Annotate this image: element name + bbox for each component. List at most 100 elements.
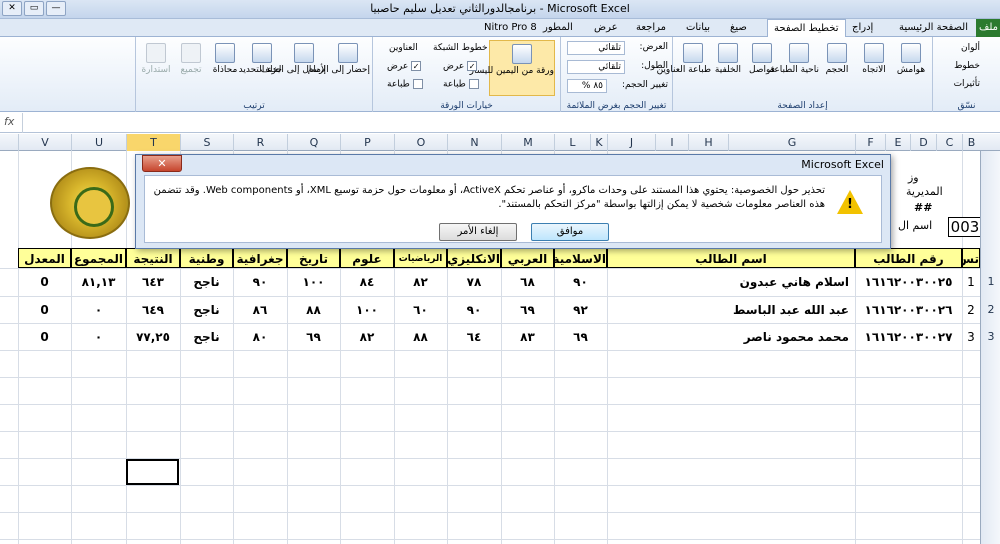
cell-student-name[interactable]: اسلام هاني عبدون [607, 268, 855, 296]
cell-science[interactable]: ٨٤ [340, 268, 394, 296]
cell-geography[interactable]: ٨٠ [233, 323, 287, 351]
tab-file[interactable]: ملف [976, 19, 1000, 37]
close-window-button[interactable]: ✕ [2, 1, 22, 16]
column-header-h[interactable]: H [688, 134, 728, 151]
cell-total[interactable]: ٠ [71, 296, 126, 324]
insert-function-icon[interactable]: fx [4, 115, 14, 128]
group-button[interactable]: تجميع [174, 43, 208, 75]
theme-fonts-button[interactable]: خطوط [954, 61, 980, 71]
tab-view[interactable]: عرض [588, 19, 624, 37]
row-header-2[interactable]: 2 [981, 303, 1000, 316]
column-header-q[interactable]: Q [287, 134, 340, 151]
ok-button[interactable]: موافق [531, 223, 609, 241]
gridlines-print-checkbox[interactable]: طباعة [443, 79, 479, 90]
cell-islamic[interactable]: ٩٠ [554, 268, 607, 296]
cell-national[interactable]: ناجح [180, 268, 233, 296]
column-header-l[interactable]: L [554, 134, 590, 151]
rotate-button[interactable]: استدارة [138, 43, 174, 75]
column-header-d[interactable]: D [910, 134, 936, 151]
cell-national[interactable]: ناجح [180, 296, 233, 324]
bring-forward-button[interactable]: إحضار إلى الأمام [308, 43, 370, 75]
active-cell-selection[interactable] [126, 459, 179, 485]
tab-review[interactable]: مراجعة [630, 19, 672, 37]
headings-print-checkbox[interactable]: طباعة [387, 79, 423, 90]
column-header-m[interactable]: M [501, 134, 554, 151]
headings-view-checkbox[interactable]: ✓ عرض [387, 61, 422, 72]
print-titles-button[interactable]: طباعة العناوين [657, 43, 711, 75]
maximize-window-button[interactable]: ▭ [24, 1, 44, 16]
tab-page-layout[interactable]: تخطيط الصفحة [767, 19, 846, 38]
align-button[interactable]: محاذاة [208, 43, 242, 75]
cell-student-number[interactable]: ١٦١٦٢٠٠٣٠٠٢٦ [855, 296, 962, 324]
column-header-u[interactable]: U [71, 134, 126, 151]
tab-formulas[interactable]: صيغ [724, 19, 753, 37]
row-header-1[interactable]: 1 [981, 275, 1000, 288]
cell-average[interactable]: 0 [18, 296, 71, 324]
cell-geography[interactable]: ٩٠ [233, 268, 287, 296]
cell-geography[interactable]: ٨٦ [233, 296, 287, 324]
cell-result[interactable]: ٦٤٩ [126, 296, 180, 324]
cell-seq[interactable]: 3 [962, 323, 980, 351]
print-area-button[interactable]: ناحية الطباعة [770, 43, 819, 75]
dialog-close-button[interactable]: ✕ [142, 155, 182, 172]
theme-colors-button[interactable]: ألوان [961, 43, 980, 53]
cell-science[interactable]: ٨٢ [340, 323, 394, 351]
column-header-j[interactable]: J [607, 134, 655, 151]
cell-math[interactable]: ٨٢ [394, 268, 447, 296]
column-header-c[interactable]: C [936, 134, 962, 151]
cell-english[interactable]: ٩٠ [447, 296, 501, 324]
cell-national[interactable]: ناجح [180, 323, 233, 351]
tab-developer[interactable]: المطور [537, 19, 579, 37]
cell-history[interactable]: ٨٨ [287, 296, 340, 324]
cell-arabic[interactable]: ٦٩ [501, 296, 554, 324]
column-header-i[interactable]: I [655, 134, 688, 151]
column-header-s[interactable]: S [180, 134, 233, 151]
tab-home[interactable]: الصفحة الرئيسية [893, 19, 974, 37]
cell-seq[interactable]: 2 [962, 296, 980, 324]
cell-student-name[interactable]: عبد الله عبد الباسط [607, 296, 855, 324]
cell-student-number[interactable]: ١٦١٦٢٠٠٣٠٠٢٥ [855, 268, 962, 296]
cell-math[interactable]: ٨٨ [394, 323, 447, 351]
cell-islamic[interactable]: ٦٩ [554, 323, 607, 351]
background-button[interactable]: الخلفية [711, 43, 745, 75]
cell-islamic[interactable]: ٩٢ [554, 296, 607, 324]
send-backward-button[interactable]: إرسال إلى الخلف [261, 43, 326, 75]
minimize-window-button[interactable]: — [46, 1, 66, 16]
cell-history[interactable]: ١٠٠ [287, 268, 340, 296]
size-button[interactable]: الحجم [819, 43, 855, 75]
tab-insert[interactable]: إدراج [846, 19, 879, 37]
column-header-v[interactable]: V [18, 134, 71, 151]
gridlines-view-checkbox[interactable]: ✓ عرض [443, 61, 478, 72]
sheet-rtl-button[interactable]: ورقة من اليمين لليسار [470, 40, 555, 96]
formula-input[interactable] [26, 114, 996, 131]
cell-english[interactable]: ٧٨ [447, 268, 501, 296]
column-header-g[interactable]: G [728, 134, 855, 151]
column-header-n[interactable]: N [447, 134, 501, 151]
selection-pane-button[interactable]: جزء التحديد [239, 43, 282, 75]
column-header-t[interactable]: T [126, 134, 180, 151]
cell-student-name[interactable]: محمد محمود ناصر [607, 323, 855, 351]
tab-nitro[interactable]: Nitro Pro 8 [478, 19, 543, 37]
cell-total[interactable]: ٠ [71, 323, 126, 351]
orientation-button[interactable]: الاتجاه [856, 43, 892, 75]
column-header-r[interactable]: R [233, 134, 287, 151]
column-header-f[interactable]: F [855, 134, 885, 151]
column-header-o[interactable]: O [394, 134, 447, 151]
cell-english[interactable]: ٦٤ [447, 323, 501, 351]
cell-history[interactable]: ٦٩ [287, 323, 340, 351]
cell-math[interactable]: ٦٠ [394, 296, 447, 324]
cell-average[interactable]: 0 [18, 268, 71, 296]
cell-science[interactable]: ١٠٠ [340, 296, 394, 324]
cell-result[interactable]: ٧٧,٢٥ [126, 323, 180, 351]
height-select[interactable]: تلقائي [567, 60, 625, 74]
column-header-e[interactable]: E [885, 134, 910, 151]
cell-average[interactable]: 0 [18, 323, 71, 351]
cell-arabic[interactable]: ٦٨ [501, 268, 554, 296]
cell-result[interactable]: ٦٤٣ [126, 268, 180, 296]
tab-data[interactable]: بيانات [680, 19, 716, 37]
column-header-k[interactable]: K [590, 134, 607, 151]
cell-total[interactable]: ٨١,١٣ [71, 268, 126, 296]
cancel-button[interactable]: إلغاء الأمر [439, 223, 517, 241]
margins-button[interactable]: هوامش [893, 43, 929, 75]
cell-seq[interactable]: 1 [962, 268, 980, 296]
